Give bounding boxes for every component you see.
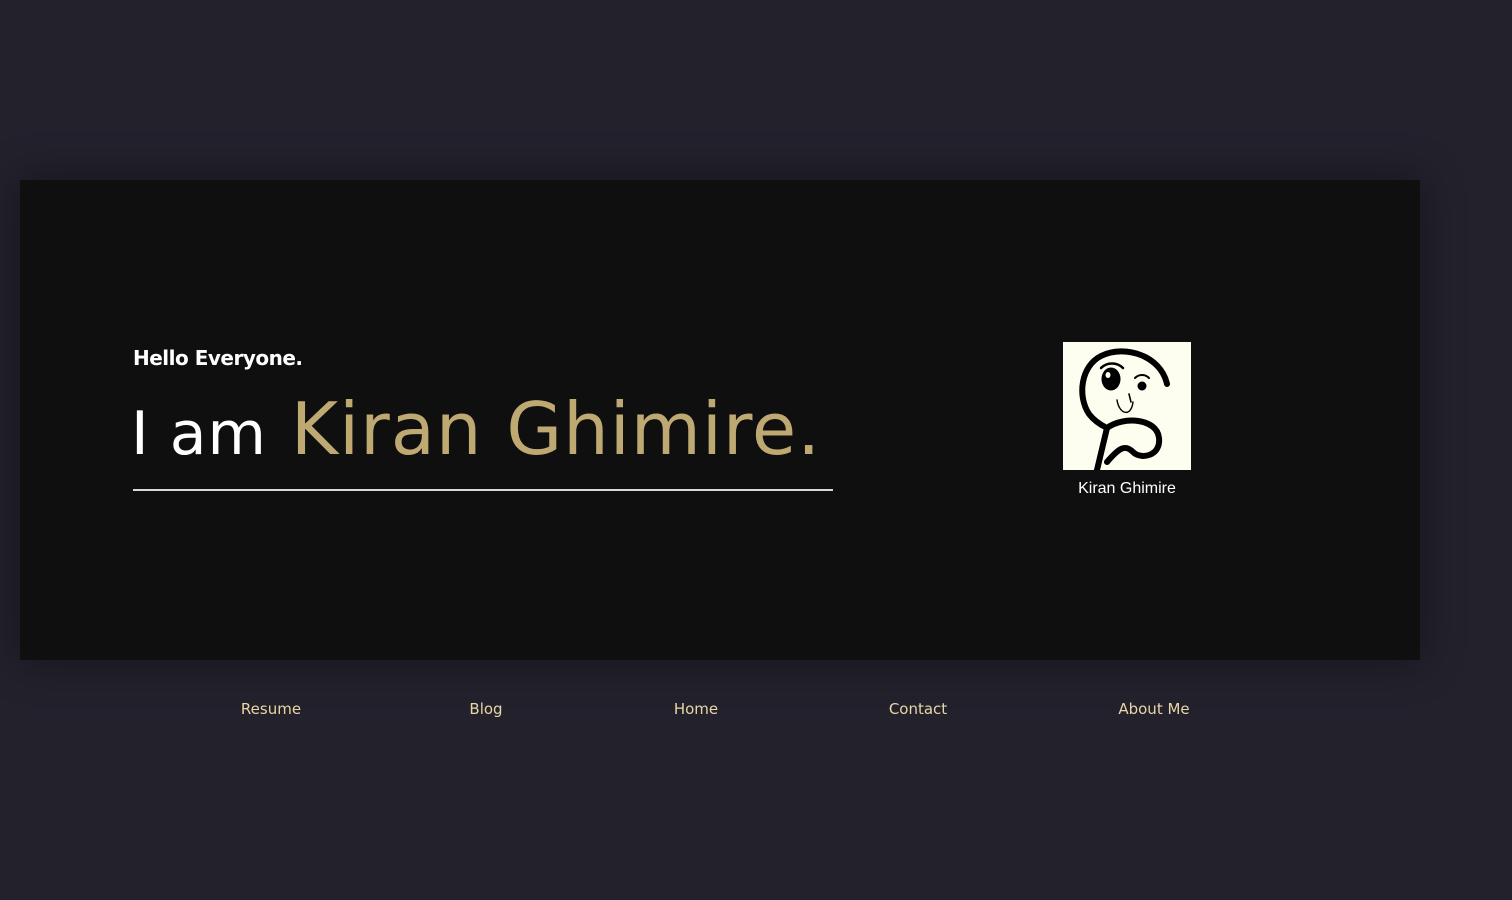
greeting-text: Hello Everyone. — [133, 346, 303, 370]
headline-underline — [133, 489, 833, 491]
hero-card: Hello Everyone. I am Kiran Ghimire. Kira… — [20, 180, 1420, 660]
page: Hello Everyone. I am Kiran Ghimire. Kira… — [0, 0, 1512, 900]
headline: I am Kiran Ghimire. — [131, 384, 821, 479]
nav-link-about-me[interactable]: About Me — [1118, 696, 1189, 722]
cartoon-face-avatar-icon — [1079, 348, 1170, 470]
headline-prefix: I am — [131, 399, 267, 469]
nav-link-home[interactable]: Home — [674, 696, 718, 722]
headline-name: Kiran Ghimire. — [290, 387, 822, 471]
avatar-figure: Kiran Ghimire — [1063, 342, 1191, 498]
avatar — [1063, 342, 1191, 470]
avatar-caption: Kiran Ghimire — [1078, 480, 1176, 497]
nav-link-blog[interactable]: Blog — [469, 696, 502, 722]
nav-link-resume[interactable]: Resume — [241, 696, 301, 722]
nav-link-contact[interactable]: Contact — [889, 696, 947, 722]
main-nav: Resume Blog Home Contact About Me — [0, 696, 1512, 722]
